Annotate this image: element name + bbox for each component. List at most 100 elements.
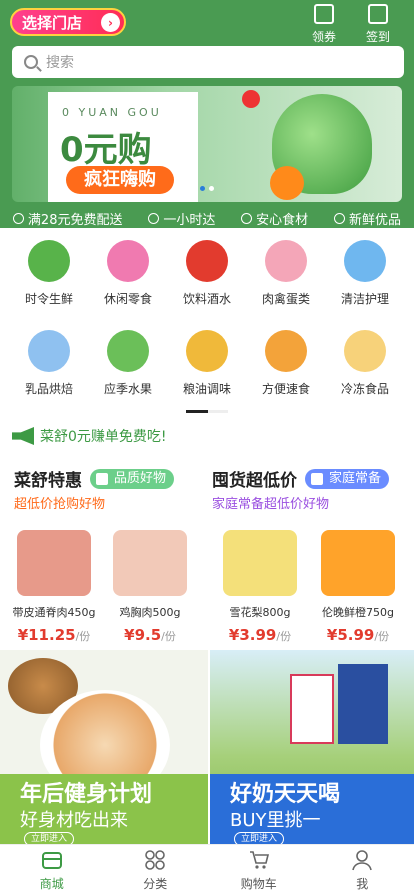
banner-title: 0元购 <box>60 130 152 170</box>
checkin-button[interactable]: 签到 <box>358 4 398 45</box>
milk-box-image <box>338 664 388 744</box>
banner-pill: 疯狂嗨购 <box>66 166 174 194</box>
product-price: ¥3.99/份 <box>210 626 310 644</box>
currency-symbol: ¥ <box>17 626 29 644</box>
lightning-icon <box>148 212 160 224</box>
bottom-tab-bar: 商城 分类 购物车 我 <box>0 844 414 896</box>
product-price: ¥5.99/份 <box>308 626 408 644</box>
promo-card-milk[interactable]: 好奶天天喝 BUY里挑一 立即进入 <box>210 650 414 844</box>
milk-carton-image <box>290 674 334 744</box>
product-card[interactable]: 鸡胸肉500g ¥9.5/份 <box>100 530 200 644</box>
price-value: 5.99 <box>337 626 375 644</box>
search-placeholder: 搜索 <box>46 55 74 71</box>
category-icon <box>186 330 228 372</box>
price-unit: /份 <box>374 630 390 643</box>
coupon-icon <box>314 4 334 24</box>
category-icon <box>265 240 307 282</box>
product-image <box>17 530 91 596</box>
promo-card-fitness[interactable]: 年后健身计划 好身材吃出来 立即进入 <box>0 650 208 844</box>
promo-subtitle: 好身材吃出来 <box>20 810 128 831</box>
tab-label: 商城 <box>39 877 64 891</box>
promo-title: 年后健身计划 <box>20 782 153 807</box>
deal-subtitle: 超低价抢购好物 <box>14 497 106 512</box>
promo-enter-button[interactable]: 立即进入 <box>24 832 75 844</box>
coupon-button[interactable]: 领券 <box>304 4 344 45</box>
user-icon <box>351 849 373 871</box>
category-icon <box>107 240 149 282</box>
currency-symbol: ¥ <box>326 626 338 644</box>
category-item[interactable]: 饮料酒水 <box>168 240 246 307</box>
feature-item: 安心食材 <box>241 209 308 228</box>
category-label: 清洁护理 <box>340 292 389 306</box>
category-icon <box>344 240 386 282</box>
deal-subtitle: 家庭常备超低价好物 <box>212 497 330 512</box>
notice-text: 菜舒0元赚单免费吃! <box>40 429 167 445</box>
promo-enter-button[interactable]: 立即进入 <box>234 832 285 844</box>
store-icon <box>41 849 63 871</box>
category-label: 肉禽蛋类 <box>261 292 310 306</box>
category-item[interactable]: 乳品烘焙 <box>10 330 88 397</box>
select-store-label: 选择门店 <box>22 13 83 32</box>
price-value: 3.99 <box>239 626 277 644</box>
category-icon <box>265 330 307 372</box>
category-item[interactable]: 冷冻食品 <box>326 330 404 397</box>
tab-cart[interactable]: 购物车 <box>207 845 311 896</box>
category-item[interactable]: 休闲零食 <box>89 240 167 307</box>
feature-item: 新鲜优品 <box>334 209 401 228</box>
tab-category[interactable]: 分类 <box>104 845 208 896</box>
category-item[interactable]: 方便速食 <box>247 330 325 397</box>
category-label: 休闲零食 <box>103 292 152 306</box>
category-item[interactable]: 清洁护理 <box>326 240 404 307</box>
cart-icon <box>248 849 270 871</box>
product-card[interactable]: 伦晚鲜橙750g ¥5.99/份 <box>308 530 408 644</box>
search-input[interactable]: 搜索 <box>12 46 404 78</box>
promo-banner[interactable]: 0 YUAN GOU 0元购 疯狂嗨购 <box>12 86 402 202</box>
category-icon <box>344 330 386 372</box>
price-unit: /份 <box>75 630 91 643</box>
banner-subtitle: 0 YUAN GOU <box>62 106 162 119</box>
category-label: 方便速食 <box>261 382 310 396</box>
product-card[interactable]: 带皮通脊肉450g ¥11.25/份 <box>4 530 104 644</box>
shield-icon <box>241 212 253 224</box>
truck-icon <box>12 212 24 224</box>
category-item[interactable]: 应季水果 <box>89 330 167 397</box>
tab-me[interactable]: 我 <box>311 845 414 896</box>
carousel-dot[interactable] <box>209 186 214 191</box>
currency-symbol: ¥ <box>124 626 135 644</box>
product-name: 鸡胸肉500g <box>119 606 181 619</box>
carousel-dot-active[interactable] <box>200 186 205 191</box>
category-label: 应季水果 <box>103 382 152 396</box>
deal-tag: 家庭常备 <box>305 468 390 489</box>
price-value: 9.5 <box>134 626 162 644</box>
promo-subtitle: BUY里挑一 <box>230 810 321 831</box>
diamond-icon <box>334 212 346 224</box>
checkin-label: 签到 <box>365 30 390 44</box>
tab-store[interactable]: 商城 <box>0 845 104 896</box>
megaphone-icon <box>12 427 34 445</box>
category-item[interactable]: 肉禽蛋类 <box>247 240 325 307</box>
feature-label: 安心食材 <box>256 212 309 228</box>
feature-item: 满28元免费配送 <box>12 209 122 228</box>
deal-title: 菜舒特惠 <box>14 471 82 491</box>
category-item[interactable]: 时令生鲜 <box>10 240 88 307</box>
product-card[interactable]: 雪花梨800g ¥3.99/份 <box>210 530 310 644</box>
deal-section-header[interactable]: 囤货超低价 家庭常备 家庭常备超低价好物 <box>212 466 412 512</box>
select-store-button[interactable]: 选择门店 › <box>10 8 126 36</box>
orange-image <box>270 166 304 200</box>
category-icon <box>28 330 70 372</box>
product-price: ¥9.5/份 <box>100 626 200 644</box>
feature-label: 一小时达 <box>163 212 216 228</box>
currency-symbol: ¥ <box>228 626 240 644</box>
category-icon <box>28 240 70 282</box>
scroll-thumb <box>186 410 208 413</box>
category-item[interactable]: 粮油调味 <box>168 330 246 397</box>
category-label: 时令生鲜 <box>24 292 73 306</box>
deal-title: 囤货超低价 <box>212 471 297 491</box>
deal-section-header[interactable]: 菜舒特惠 品质好物 超低价抢购好物 <box>14 466 214 512</box>
search-icon <box>24 55 38 69</box>
category-label: 饮料酒水 <box>182 292 231 306</box>
header: 选择门店 › 领券 签到 搜索 0 YUAN GOU 0元购 疯狂嗨购 满28元… <box>0 0 414 228</box>
category-scroll-indicator <box>186 410 228 413</box>
product-name: 伦晚鲜橙750g <box>322 606 394 619</box>
notice-bar[interactable]: 菜舒0元赚单免费吃! <box>12 424 167 448</box>
